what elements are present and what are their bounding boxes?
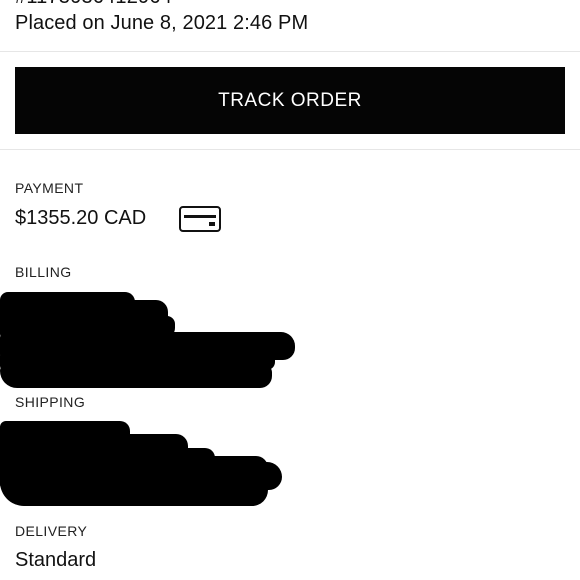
payment-amount: $1355.20 CAD	[15, 207, 147, 229]
track-order-button[interactable]: TRACK ORDER	[15, 67, 565, 134]
delivery-section-label: DELIVERY	[15, 523, 88, 539]
divider	[0, 51, 580, 52]
billing-section-label: BILLING	[15, 264, 72, 280]
order-number: #1173036412964	[15, 0, 172, 9]
order-placed-date: Placed on June 8, 2021 2:46 PM	[15, 12, 309, 34]
payment-section-label: PAYMENT	[15, 180, 84, 196]
order-details-page: #1173036412964 Placed on June 8, 2021 2:…	[0, 0, 580, 580]
credit-card-icon	[179, 206, 221, 232]
divider	[0, 149, 580, 150]
delivery-method: Standard	[15, 549, 97, 571]
shipping-section-label: SHIPPING	[15, 394, 86, 410]
